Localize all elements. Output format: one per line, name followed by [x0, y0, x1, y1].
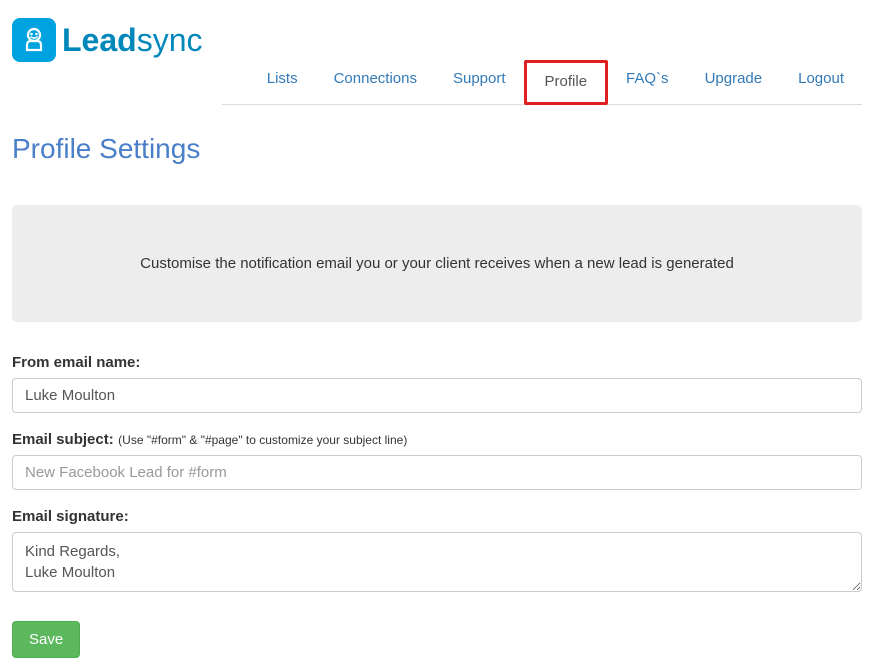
nav-upgrade[interactable]: Upgrade [687, 60, 781, 104]
subject-group: Email subject: (Use "#form" & "#page" to… [12, 431, 862, 490]
signature-textarea[interactable] [12, 532, 862, 592]
main-nav: Lists Connections Support Profile FAQ`s … [222, 60, 862, 105]
logo[interactable]: Leadsync [12, 18, 202, 62]
nav-logout[interactable]: Logout [780, 60, 862, 104]
nav-profile[interactable]: Profile [524, 60, 609, 105]
subject-hint: (Use "#form" & "#page" to customize your… [118, 433, 407, 447]
subject-label: Email subject: [12, 431, 114, 448]
nav-connections[interactable]: Connections [316, 60, 435, 104]
logo-icon [12, 18, 56, 62]
page-title: Profile Settings [12, 133, 862, 165]
nav-lists[interactable]: Lists [249, 60, 316, 104]
logo-text: Leadsync [62, 22, 202, 59]
from-name-label: From email name: [12, 354, 140, 371]
subject-input[interactable] [12, 455, 862, 490]
notice-box: Customise the notification email you or … [12, 205, 862, 322]
nav-faqs[interactable]: FAQ`s [608, 60, 687, 104]
signature-label: Email signature: [12, 508, 129, 525]
signature-group: Email signature: [12, 508, 862, 597]
nav-support[interactable]: Support [435, 60, 524, 104]
from-name-group: From email name: [12, 354, 862, 413]
save-button[interactable]: Save [12, 621, 80, 658]
from-name-input[interactable] [12, 378, 862, 413]
